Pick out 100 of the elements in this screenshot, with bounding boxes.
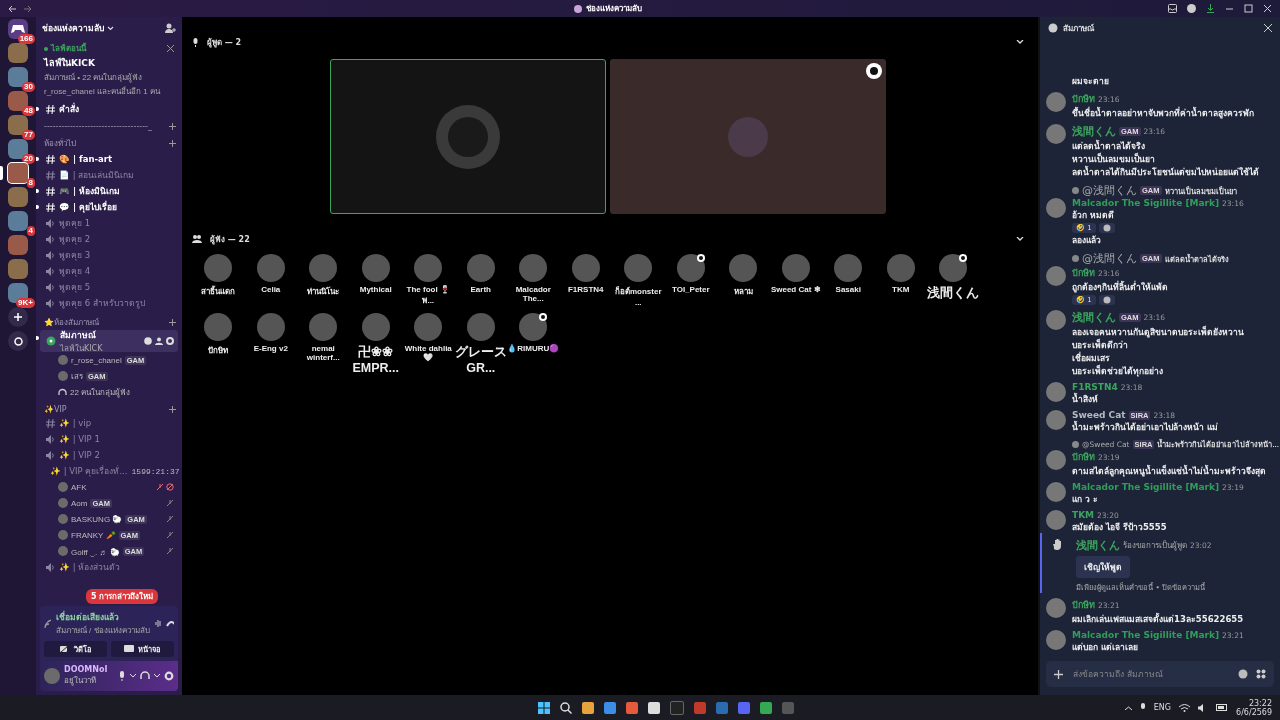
battery-icon[interactable] (1216, 704, 1229, 711)
category-name[interactable]: ห้องทั่วไป (44, 137, 76, 150)
windows-start-icon[interactable] (538, 701, 551, 714)
category-name[interactable]: ✨VIP (44, 405, 67, 414)
mentions-badge[interactable]: 5 การกล่าวถึงใหม่ (86, 589, 159, 604)
selected-indicator (0, 166, 3, 180)
speaker-icon (46, 298, 55, 308)
message-author[interactable]: Malcador The Sigillite [Mark] (1072, 482, 1220, 492)
plus-icon[interactable] (1054, 669, 1063, 679)
clock[interactable]: 23:22 6/6/2569 (1236, 698, 1272, 717)
mic-icon[interactable] (1139, 703, 1146, 712)
message-field[interactable]: ส่งข้อความถึง สัมภาษณ์ (1046, 661, 1274, 687)
category-name[interactable]: ------------------------------------_ (44, 122, 152, 131)
add-member-icon[interactable] (155, 337, 163, 345)
taskbar-app-icon[interactable] (760, 701, 773, 714)
channel-item[interactable]: พูดคุย 1 (40, 215, 178, 231)
channel-item[interactable]: ✨ | vip (40, 415, 178, 431)
channel-item[interactable]: พูดคุย 4 (40, 263, 178, 279)
message-author[interactable]: Malcador The Sigillite [Mark] (1072, 630, 1220, 640)
section-header: ผู้พูด — 2 (207, 36, 242, 49)
soundwave-icon[interactable] (154, 619, 162, 628)
speaker-icon (46, 434, 55, 444)
caret-icon[interactable] (1124, 705, 1132, 710)
channel-name: พูดคุย 3 (59, 249, 92, 262)
listener-name: สาธิ้นแดก (201, 285, 236, 298)
plus-icon[interactable] (169, 406, 176, 413)
plus-icon (14, 313, 22, 321)
caret-icon[interactable] (154, 674, 160, 678)
mic-icon[interactable] (118, 671, 126, 681)
taskbar-app-icon[interactable] (582, 701, 595, 714)
channel-item[interactable]: พูดคุย 5 (40, 279, 178, 295)
channel-item[interactable]: ✨ | VIP คุยเรื่องทั่... 1599:21:37 (40, 463, 178, 479)
maximize-icon[interactable] (1244, 4, 1253, 13)
channel-item[interactable]: พูดคุย 6 สำหรับวาดรูป (40, 295, 178, 311)
unread-badge: 4 (26, 226, 35, 236)
close-icon[interactable] (1263, 4, 1272, 13)
event-host: สัมภาษณ์ • 22 คนในกลุ่มผู้ฟัง (44, 72, 144, 84)
voice-member[interactable]: AFK (40, 479, 178, 495)
event-card[interactable]: ไลฟ์ตอนนี้ ไลฟ์ในKICK สัมภาษณ์ • 22 คนในกลุ่มผู้ฟัง r_rose_chanel และคนอื่นอีก 1 คน (40, 40, 178, 100)
invite-to-speak-button[interactable]: เชิญให้พูด (1076, 556, 1130, 578)
channel-name: 💬 | คุยไปเรื่อย (59, 200, 119, 214)
add-reaction-button[interactable] (1098, 295, 1115, 305)
message-author[interactable]: 浅間くん (1072, 124, 1116, 139)
taskbar-app-icon[interactable] (648, 701, 661, 714)
forward-arrow-icon[interactable] (23, 4, 32, 13)
message-author[interactable]: ปักษิท (1072, 92, 1095, 106)
channel-item[interactable]: พูดคุย 2 (40, 231, 178, 247)
channel-item[interactable]: ✨ | VIP 1 (40, 431, 178, 447)
avatar[interactable] (676, 254, 705, 282)
message-author[interactable]: Sweed Cat (1072, 410, 1126, 420)
close-icon[interactable] (1264, 24, 1272, 32)
voice-location[interactable]: สัมภาษณ์ / ช่องแห่งความลับ (55, 624, 150, 637)
hash-icon (46, 104, 55, 114)
server-name-button[interactable]: ช่องแห่งความลับ (42, 21, 114, 35)
headphones-icon[interactable] (140, 671, 150, 681)
channel-item[interactable]: 🎮 | ห้องมินิเกม (40, 183, 178, 199)
message-input[interactable]: ส่งข้อความถึง สัมภาษณ์ (1071, 668, 1230, 680)
channel-item[interactable]: คำสั่ง (40, 101, 178, 117)
inbox-icon[interactable] (1168, 4, 1177, 13)
add-reaction-button[interactable] (1098, 223, 1115, 233)
channel-item[interactable]: พูดคุย 3 (40, 247, 178, 263)
avatar[interactable] (519, 313, 548, 341)
download-icon[interactable] (1206, 4, 1215, 13)
wifi-icon[interactable] (1179, 703, 1191, 712)
reply-author[interactable]: @浅間くん (1082, 183, 1137, 198)
search-icon[interactable] (560, 701, 573, 714)
message-author[interactable]: 浅間くん (1072, 310, 1116, 325)
plus-icon[interactable] (169, 140, 176, 147)
message-author[interactable]: F1RSTN4 (1072, 382, 1118, 392)
close-icon[interactable] (167, 45, 174, 52)
add-server-button[interactable] (8, 307, 28, 327)
language-indicator[interactable]: ENG (1153, 703, 1172, 712)
message-author[interactable]: ปักษิท (1072, 450, 1095, 464)
apps-icon[interactable] (1256, 669, 1266, 679)
hang-up-icon[interactable] (166, 620, 174, 627)
channel-item[interactable]: 🎨 | fan-art (40, 151, 178, 167)
message-author[interactable]: TKM (1072, 510, 1095, 520)
discover-button[interactable] (8, 331, 28, 351)
message-author[interactable]: Malcador The Sigillite [Mark] (1072, 198, 1220, 208)
chevron-icon[interactable] (1016, 236, 1024, 242)
channel-item[interactable]: ✨ | ห้องส่วนตัว (40, 559, 178, 575)
plus-icon[interactable] (169, 123, 176, 130)
message-author[interactable]: 浅間くん (1076, 538, 1120, 553)
speaker-tile[interactable] (330, 59, 606, 214)
back-arrow-icon[interactable] (8, 4, 17, 13)
avatar[interactable] (939, 254, 968, 282)
speaker-tile[interactable] (610, 59, 886, 214)
chevron-icon[interactable] (1016, 39, 1024, 45)
channel-item[interactable]: 📄 | สอนเล่นมินิเกม (40, 167, 178, 183)
add-member-icon[interactable] (165, 23, 176, 33)
channel-item[interactable]: ✨ | VIP 2 (40, 447, 178, 463)
message-author[interactable]: ปักษิท (1072, 266, 1095, 280)
plus-icon[interactable] (169, 319, 176, 326)
reply-author[interactable]: @浅間くん (1082, 251, 1137, 266)
channel-item[interactable]: 💬 | คุยไปเรื่อย (40, 199, 178, 215)
category-name[interactable]: ⭐ห้องสัมภาษณ์ (44, 316, 99, 329)
caret-icon[interactable] (130, 674, 136, 678)
message-author[interactable]: ปักษิท (1072, 598, 1095, 612)
listener-name: TOI_Peter (671, 285, 710, 294)
message-text: ลดน้ำตาลได้กินมีประโยชน์แต่ขมไปหน่อยแต่ใช้ได้ (1072, 166, 1260, 178)
